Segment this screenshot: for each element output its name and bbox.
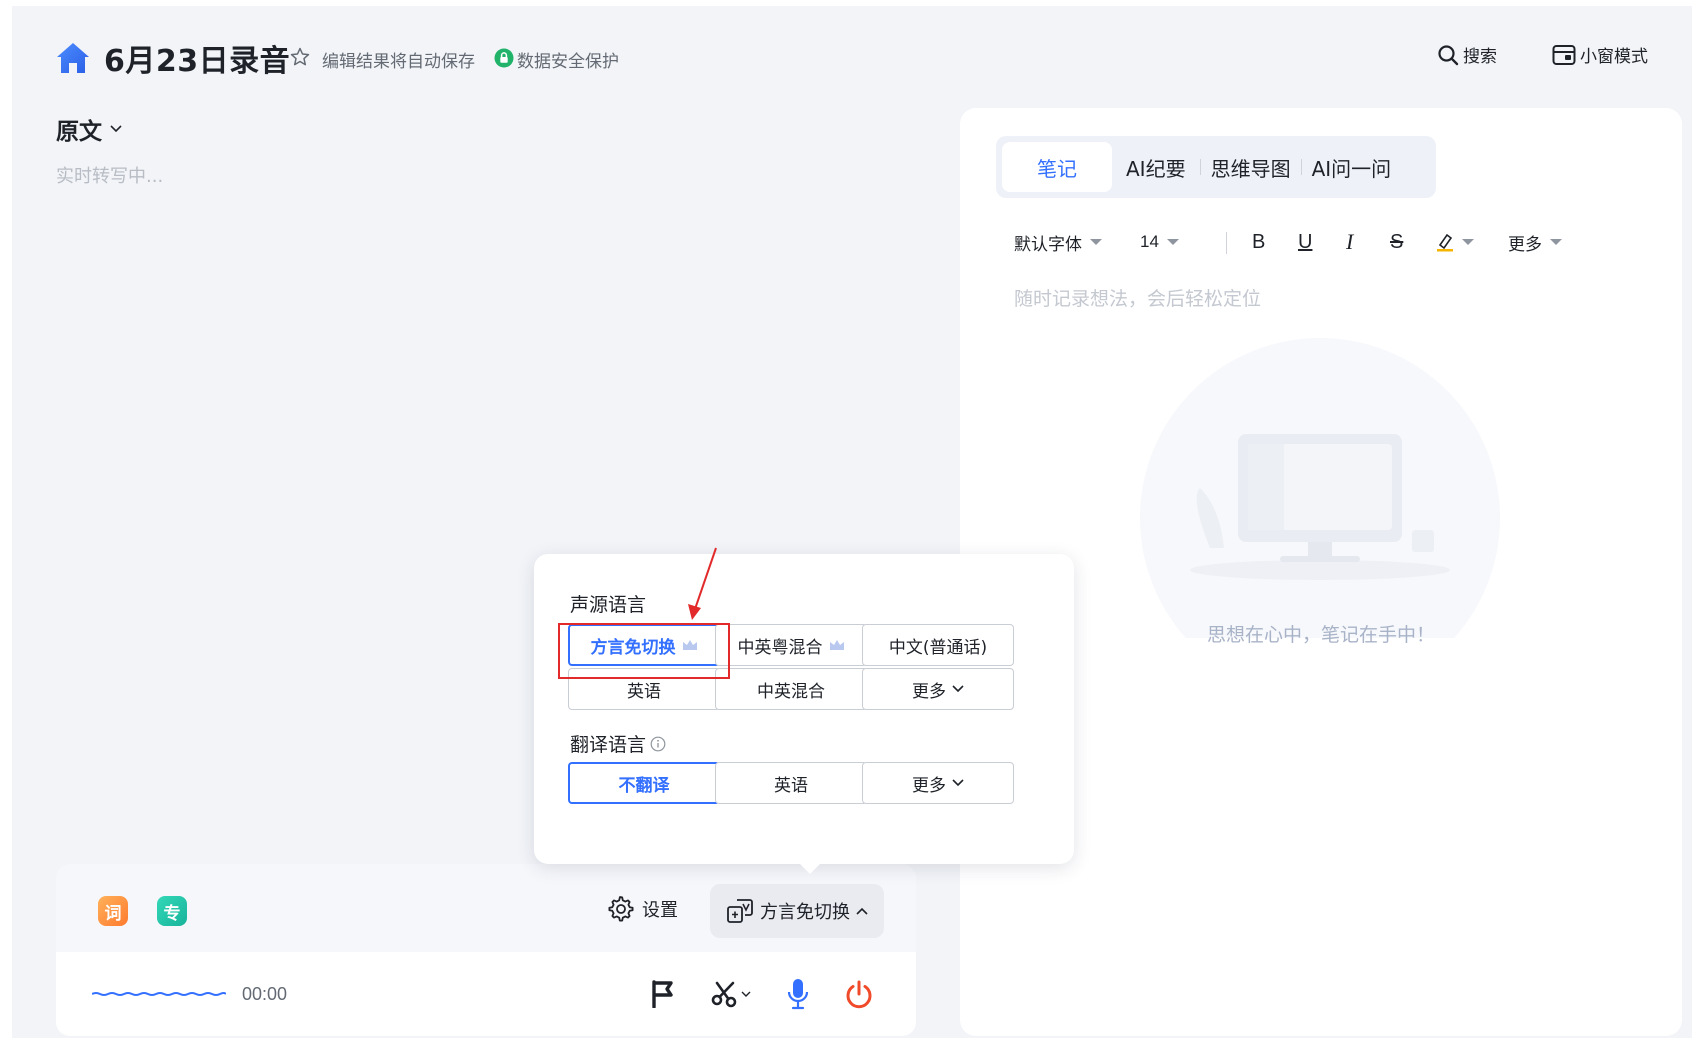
option-label: 中英混合 [757,681,825,702]
scissors-button[interactable] [711,980,757,1008]
power-icon[interactable] [844,980,874,1010]
home-icon[interactable] [56,42,90,74]
option-label: 更多 [912,681,946,702]
chevron-up-icon [856,907,868,915]
highlight-button[interactable] [1436,226,1474,258]
header: 6月23日录音 编辑结果将自动保存 数据安全保护 搜索 小窗模式 [12,6,1692,102]
waveform [92,992,226,996]
info-icon[interactable] [650,736,666,752]
chevron-down-icon [952,779,964,787]
vocab-badge[interactable]: 词 [98,896,128,926]
search-label: 搜索 [1463,47,1497,67]
star-icon[interactable] [290,47,310,67]
italic-button[interactable]: I [1346,226,1353,258]
recording-row: 00:00 [56,952,916,1036]
term-badge[interactable]: 专 [157,896,187,926]
shield-icon [494,48,514,68]
translate-option-none[interactable]: 不翻译 [568,762,720,804]
tab-ai-ask[interactable]: AI问一问 [1302,142,1402,192]
font-size-label: 14 [1140,232,1159,251]
option-label: 更多 [912,775,946,796]
translate-option-english[interactable]: 英语 [715,762,867,804]
flag-icon[interactable] [650,980,676,1008]
caret-down-icon [1550,239,1562,245]
caret-down-icon [1090,239,1102,245]
mic-icon[interactable] [786,978,810,1010]
source-language-label: 方言免切换 [760,902,850,923]
note-editor-placeholder[interactable]: 随时记录想法，会后轻松定位 [1014,284,1261,311]
app-window: 6月23日录音 编辑结果将自动保存 数据安全保护 搜索 小窗模式 原文 实时转写… [12,6,1692,1038]
font-family-select[interactable]: 默认字体 [1014,226,1102,258]
more-formatting-label: 更多 [1508,234,1542,255]
settings-label: 设置 [642,900,678,921]
source-option-cn-en-mix[interactable]: 中英混合 [715,668,867,710]
font-family-label: 默认字体 [1014,234,1082,255]
caret-down-icon [1462,239,1474,245]
source-language-button[interactable]: 方言免切换 [710,884,884,938]
tab-mind-map[interactable]: 思维导图 [1201,142,1301,192]
chevron-down-icon [741,991,751,997]
bold-button[interactable]: B [1252,226,1265,258]
autosave-note: 编辑结果将自动保存 [322,52,475,72]
transcript-title: 原文 [56,119,102,145]
option-label: 中文(普通话) [888,637,988,658]
notes-tabs: 笔记 AI纪要 思维导图 AI问一问 [996,136,1436,198]
translate-option-more[interactable]: 更多 [862,762,1014,804]
more-formatting-button[interactable]: 更多 [1508,226,1562,258]
gear-icon [608,896,634,922]
highlighter-icon [1437,233,1453,252]
chevron-down-icon [952,685,964,693]
editor-toolbar: 默认字体 14 B U I S 更多 [1014,226,1654,258]
underline-button[interactable]: U [1298,226,1312,258]
search-icon [1438,44,1459,65]
annotation-arrow [688,547,717,620]
option-label: 不翻译 [618,775,670,796]
source-language-title: 声源语言 [570,594,647,616]
mini-window-label: 小窗模式 [1580,47,1648,67]
search-button[interactable]: 搜索 [1437,42,1497,67]
option-label: 英语 [774,775,808,796]
annotation-highlight-box [558,623,730,679]
page-title: 6月23日录音 [104,44,291,79]
source-option-more[interactable]: 更多 [862,668,1014,710]
control-bar: 词 专 设置 方言免切换 00:00 [56,864,916,1036]
translate-title-text: 翻译语言 [570,734,647,756]
tab-notes[interactable]: 笔记 [1002,142,1112,192]
tab-ai-summary[interactable]: AI纪要 [1112,142,1200,192]
source-option-cantonese-mix[interactable]: 中英粤混合 [715,624,867,666]
option-label: 英语 [627,681,661,702]
language-popup: 声源语言 方言免切换 中英粤混合 中文(普通话) 英语 中英混合 更多 翻译语言 [534,554,1074,874]
translate-language-title: 翻译语言 [570,730,666,757]
source-option-mandarin[interactable]: 中文(普通话) [862,624,1014,666]
data-safety-label: 数据安全保护 [517,52,619,72]
toolbar-divider [1226,232,1227,254]
empty-notes-illustration [1140,338,1500,638]
crown-icon [829,640,844,650]
strikethrough-button[interactable]: S [1390,226,1403,258]
scissors-icon [711,981,737,1008]
font-size-select[interactable]: 14 [1140,226,1179,258]
caret-down-icon [1166,239,1179,245]
dialect-switch-icon [727,899,753,923]
mini-window-button[interactable]: 小窗模式 [1552,42,1648,67]
chevron-down-icon [110,125,122,133]
transcribing-status: 实时转写中... [56,166,164,187]
recording-timer: 00:00 [242,984,288,1004]
transcript-language-dropdown[interactable]: 原文 [56,112,122,146]
option-label: 中英粤混合 [737,637,823,658]
settings-button[interactable]: 设置 [608,896,678,922]
mini-window-icon [1552,44,1576,65]
